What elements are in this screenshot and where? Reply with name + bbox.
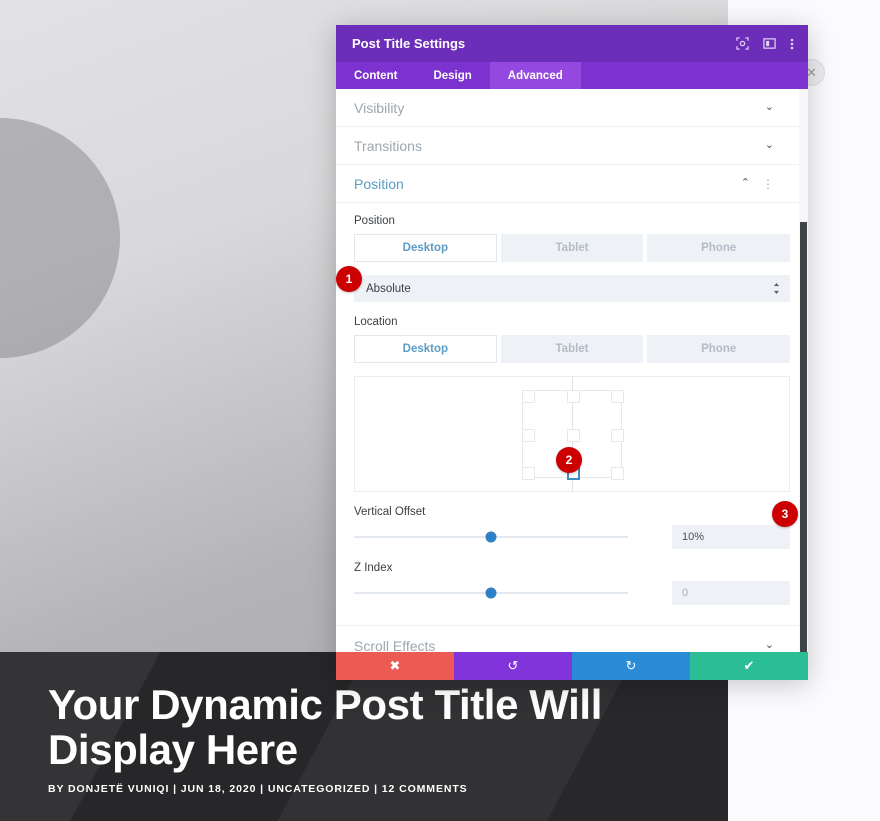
layout-panel-icon[interactable] xyxy=(763,37,776,50)
position-type-value: Absolute xyxy=(366,282,411,295)
location-grid-top-right[interactable] xyxy=(611,390,624,403)
vertical-offset-slider[interactable] xyxy=(354,529,628,545)
position-device-phone[interactable]: Phone xyxy=(647,234,791,262)
z-index-input[interactable]: 0 xyxy=(672,581,790,605)
modal-header: Post Title Settings xyxy=(336,25,808,62)
accordion-position[interactable]: Position ⌃ ⋮ xyxy=(336,165,808,203)
z-index-slider[interactable] xyxy=(354,585,628,601)
vertical-offset-value: 10% xyxy=(682,531,705,543)
kebab-menu-icon[interactable] xyxy=(790,37,794,51)
vertical-offset-row: 10% xyxy=(354,525,790,549)
chevron-up-icon: ⌃ xyxy=(740,177,750,189)
location-grid-middle-left[interactable] xyxy=(522,428,535,442)
screenshot-root: Your Dynamic Post Title Will Display Her… xyxy=(0,0,880,821)
location-grid-bottom-left[interactable] xyxy=(522,467,535,480)
location-device-desktop[interactable]: Desktop xyxy=(354,335,497,363)
accordion-transitions-label: Transitions xyxy=(354,137,422,154)
tab-content[interactable]: Content xyxy=(336,62,415,89)
select-arrows-icon xyxy=(773,282,780,295)
redo-icon: ↻ xyxy=(625,658,637,673)
accordion-scroll-effects[interactable]: Scroll Effects ⌄ xyxy=(336,625,808,652)
page-title: Your Dynamic Post Title Will Display Her… xyxy=(48,681,602,774)
chevron-down-icon: ⌄ xyxy=(764,139,774,151)
focus-icon[interactable] xyxy=(736,37,749,50)
slider-handle[interactable] xyxy=(485,531,497,543)
location-grid-middle-center[interactable] xyxy=(566,428,580,442)
location-grid-canvas xyxy=(354,376,790,492)
save-button[interactable]: ✔ xyxy=(690,652,808,680)
z-index-value: 0 xyxy=(682,587,689,599)
position-settings-section: Position Desktop Tablet Phone Absolute L… xyxy=(336,203,808,613)
tab-design[interactable]: Design xyxy=(415,62,489,89)
location-field-label: Location xyxy=(354,316,398,328)
position-type-select-wrap: Absolute xyxy=(354,275,790,302)
accordion-scroll-effects-label: Scroll Effects xyxy=(354,637,436,653)
accordion-transitions[interactable]: Transitions ⌄ xyxy=(336,127,808,165)
position-device-desktop[interactable]: Desktop xyxy=(354,234,497,262)
z-index-label: Z Index xyxy=(354,562,393,574)
tab-advanced[interactable]: Advanced xyxy=(489,62,581,89)
decorative-circle xyxy=(0,118,120,358)
post-meta: BY DONJETË VUNIQI | JUN 18, 2020 | UNCAT… xyxy=(48,783,468,795)
location-grid-top-left[interactable] xyxy=(522,390,535,403)
modal-title: Post Title Settings xyxy=(352,36,466,51)
cancel-icon: ✖ xyxy=(389,658,401,673)
modal-footer: ✖ ↺ ↻ ✔ xyxy=(336,652,808,680)
redo-button[interactable]: ↻ xyxy=(572,652,690,680)
scrollbar-track[interactable] xyxy=(799,89,808,652)
annotation-badge-1: 1 xyxy=(336,266,362,292)
position-device-tabs: Desktop Tablet Phone xyxy=(354,234,791,262)
modal-tabs: Content Design Advanced xyxy=(336,62,808,89)
accordion-position-label: Position xyxy=(354,175,404,192)
location-grid-middle-right[interactable] xyxy=(611,428,624,442)
save-icon: ✔ xyxy=(743,658,755,673)
kebab-menu-icon[interactable]: ⋮ xyxy=(762,178,774,190)
location-device-tablet[interactable]: Tablet xyxy=(500,335,644,363)
position-field-label: Position xyxy=(354,215,395,227)
scrollbar-thumb[interactable] xyxy=(800,222,807,652)
chevron-down-icon: ⌄ xyxy=(764,639,774,651)
modal-header-icons xyxy=(736,37,794,51)
chevron-down-icon: ⌄ xyxy=(764,101,774,113)
location-device-phone[interactable]: Phone xyxy=(647,335,791,363)
undo-icon: ↺ xyxy=(507,658,519,673)
annotation-badge-3: 3 xyxy=(772,501,798,527)
location-grid-bottom-right[interactable] xyxy=(611,467,624,480)
vertical-offset-label: Vertical Offset xyxy=(354,506,426,518)
z-index-row: 0 xyxy=(354,581,790,605)
annotation-badge-2: 2 xyxy=(556,447,582,473)
location-device-tabs: Desktop Tablet Phone xyxy=(354,335,791,363)
position-type-select[interactable]: Absolute xyxy=(354,275,790,302)
accordion-visibility[interactable]: Visibility ⌄ xyxy=(336,89,808,127)
modal-body: Visibility ⌄ Transitions ⌄ Position ⌃ ⋮ … xyxy=(336,89,808,652)
accordion-visibility-label: Visibility xyxy=(354,99,405,116)
location-grid-top-center[interactable] xyxy=(566,390,580,403)
cancel-button[interactable]: ✖ xyxy=(336,652,454,680)
undo-button[interactable]: ↺ xyxy=(454,652,572,680)
position-device-tablet[interactable]: Tablet xyxy=(500,234,644,262)
slider-handle[interactable] xyxy=(485,587,497,599)
post-title-settings-modal: Post Title Settings Content Design Advan… xyxy=(336,25,808,680)
vertical-offset-input[interactable]: 10% xyxy=(672,525,790,549)
